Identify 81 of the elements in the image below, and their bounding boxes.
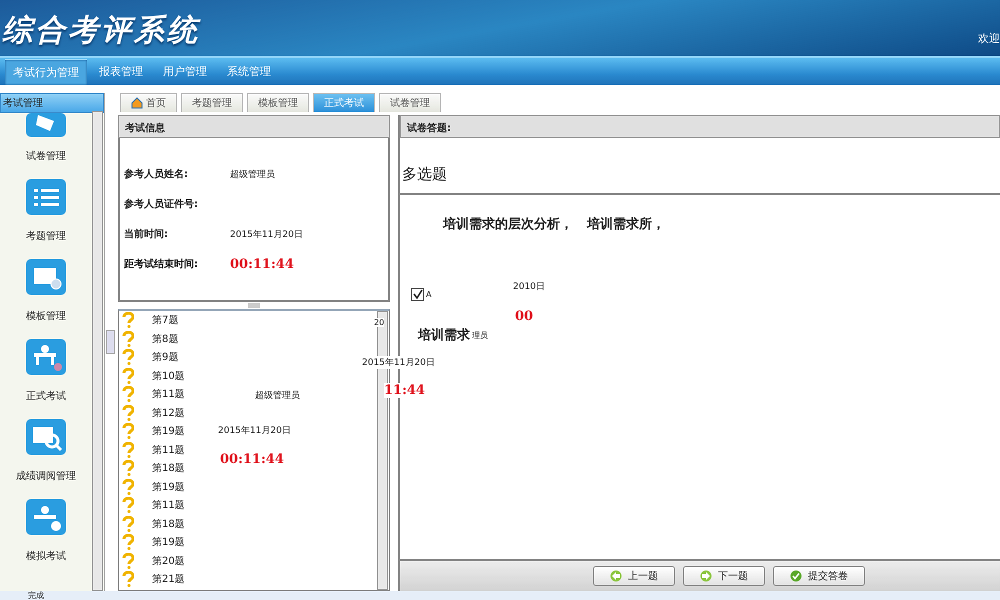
- panel-header: 试卷答题:: [400, 115, 1000, 138]
- question-item[interactable]: 第20题: [152, 554, 185, 568]
- question-mark-icon: [122, 534, 134, 550]
- stray-text: 2010日: [513, 280, 545, 293]
- field-label: 当前时间:: [124, 228, 169, 241]
- question-item[interactable]: 第19题: [152, 424, 185, 438]
- sidebar-item[interactable]: 模板管理: [26, 309, 66, 323]
- question-item[interactable]: 第21题: [152, 572, 185, 586]
- sidebar-item[interactable]: 成绩调阅管理: [16, 469, 76, 483]
- question-mark-icon: [122, 330, 134, 347]
- question-item[interactable]: 第9题: [152, 350, 178, 364]
- app-title: 综合考评系统: [2, 12, 200, 50]
- question-text: 培训需求的层次分析，: [443, 216, 573, 233]
- next-button[interactable]: 下一题: [683, 566, 765, 586]
- question-mark-icon: [122, 312, 134, 328]
- question-mark-icon: [122, 516, 134, 532]
- field-value: 2015年11月20日: [230, 228, 303, 240]
- tab[interactable]: 试卷管理: [379, 93, 441, 112]
- question-item[interactable]: 第11题: [152, 498, 185, 512]
- checkbox[interactable]: [411, 288, 424, 301]
- collapse-handle[interactable]: [106, 330, 115, 354]
- stray-text: 20: [374, 318, 384, 327]
- status-text: 完成: [0, 591, 1000, 600]
- stray-text: 2015年11月20日: [218, 424, 291, 437]
- question-mark-icon: [122, 423, 134, 440]
- field-label: 参考人员姓名:: [124, 168, 189, 181]
- arrow-right-icon: [700, 570, 712, 582]
- option-label: A: [426, 290, 432, 299]
- countdown-timer: 11:44: [384, 383, 425, 398]
- stray-text: 培训需求: [418, 326, 470, 344]
- previous-button[interactable]: 上一题: [593, 566, 675, 586]
- countdown-timer: 00:11:44: [230, 256, 294, 272]
- list-icon: [24, 177, 68, 217]
- check-circle-icon: [790, 570, 802, 582]
- magnifier-icon: [24, 417, 68, 457]
- question-item[interactable]: 第19题: [152, 480, 185, 494]
- field-label: 参考人员证件号:: [124, 198, 199, 211]
- question-mark-icon: [122, 497, 134, 514]
- question-item[interactable]: 第12题: [152, 406, 185, 420]
- question-mark-icon: [122, 368, 134, 384]
- check-icon: [412, 289, 423, 300]
- question-item[interactable]: 第19题: [152, 535, 185, 550]
- question-item[interactable]: 第18题: [152, 461, 185, 476]
- sidebar-item[interactable]: 试卷管理: [26, 149, 66, 163]
- sidebar-item[interactable]: 正式考试: [26, 389, 66, 403]
- field-label: 距考试结束时间:: [124, 258, 199, 271]
- splitter-handle[interactable]: [248, 303, 260, 308]
- question-mark-icon: [122, 460, 134, 476]
- question-mark-icon: [122, 404, 134, 421]
- question-mark-icon: [122, 552, 134, 569]
- question-mark-icon: [122, 386, 134, 402]
- submit-button[interactable]: 提交答卷: [773, 566, 865, 586]
- tab[interactable]: 首页: [120, 93, 177, 112]
- sidebar-item[interactable]: 考题管理: [26, 229, 66, 243]
- question-mark-icon: [122, 442, 134, 458]
- question-item[interactable]: 第11题: [152, 387, 185, 402]
- stray-text: 超级管理员: [255, 389, 300, 402]
- question-mark-icon: [122, 478, 134, 495]
- question-mark-icon: [122, 349, 134, 366]
- welcome-text: 欢迎: [978, 31, 1000, 46]
- question-item[interactable]: 第18题: [152, 516, 185, 531]
- tab[interactable]: 考题管理: [181, 93, 243, 112]
- question-item[interactable]: 第11题: [152, 442, 185, 457]
- question-item[interactable]: 第7题: [152, 313, 178, 328]
- question-text: 培训需求所，: [587, 216, 665, 233]
- sidebar-item[interactable]: 模拟考试: [26, 549, 66, 563]
- question-item[interactable]: 第8题: [152, 332, 178, 346]
- stray-text: 理员: [472, 330, 488, 341]
- arrow-left-icon: [610, 570, 622, 582]
- house-icon: [131, 97, 143, 109]
- tab[interactable]: 模板管理: [247, 93, 309, 112]
- question-type: 多选题: [401, 164, 448, 185]
- question-mark-icon: [122, 571, 134, 588]
- field-value: 超级管理员: [230, 168, 275, 180]
- question-item[interactable]: 第10题: [152, 368, 185, 383]
- stray-text: 2015年11月20日: [362, 356, 435, 369]
- person-desk-icon: [24, 337, 68, 377]
- scrollbar[interactable]: [92, 111, 103, 591]
- document-icon: [24, 113, 68, 137]
- sidebar-title: 考试管理: [0, 93, 104, 113]
- panel-header: 考试信息: [118, 115, 390, 138]
